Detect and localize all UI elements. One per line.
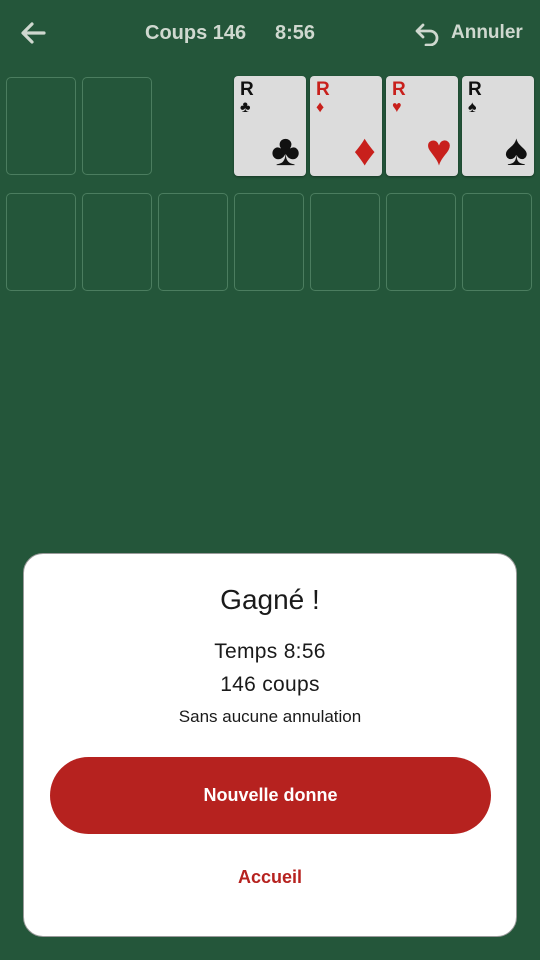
card-rank: R	[316, 79, 330, 100]
diamond-icon: ♦	[353, 126, 376, 175]
arrow-left-icon	[21, 22, 46, 44]
tableau-column-slot[interactable]	[386, 193, 456, 291]
spade-icon: ♠	[468, 99, 477, 116]
diamond-icon: ♦	[316, 99, 325, 116]
tableau-column-slot[interactable]	[462, 193, 532, 291]
no-undo-note: Sans aucune annulation	[178, 707, 362, 726]
undo-button[interactable]: Annuler	[410, 18, 525, 48]
tableau-column-slot[interactable]	[310, 193, 380, 291]
spade-icon: ♠	[504, 126, 528, 175]
tableau-column-slot[interactable]	[6, 193, 76, 291]
top-bar: Coups 146 8:56 Annuler	[0, 0, 540, 66]
heart-icon: ♥	[425, 126, 452, 175]
foundation-card-hearts[interactable]: R ♥ ♥	[386, 76, 458, 176]
tableau-column-slot[interactable]	[158, 193, 228, 291]
dialog-title: Gagné !	[220, 584, 320, 615]
tableau-column-slot[interactable]	[82, 193, 152, 291]
freecell-slot[interactable]	[82, 77, 152, 175]
final-time: Temps 8:56	[214, 640, 326, 663]
undo-label: Annuler	[451, 22, 523, 43]
moves-counter: Coups 146	[145, 22, 247, 44]
undo-icon	[415, 23, 439, 46]
card-rank: R	[468, 79, 482, 100]
foundation-card-spades[interactable]: R ♠ ♠	[462, 76, 534, 176]
club-icon: ♣	[271, 126, 300, 175]
final-moves: 146 coups	[220, 673, 320, 696]
card-rank: R	[240, 79, 254, 100]
club-icon: ♣	[240, 99, 251, 116]
card-rank: R	[392, 79, 406, 100]
back-button[interactable]	[14, 16, 52, 50]
foundation-card-diamonds[interactable]: R ♦ ♦	[310, 76, 382, 176]
home-link[interactable]: Accueil	[24, 867, 516, 888]
freecell-slot[interactable]	[6, 77, 76, 175]
foundation-card-clubs[interactable]: R ♣ ♣	[234, 76, 306, 176]
new-deal-button[interactable]: Nouvelle donne	[50, 757, 491, 834]
tableau-column-slot[interactable]	[234, 193, 304, 291]
heart-icon: ♥	[392, 99, 402, 116]
win-dialog: Gagné ! Temps 8:56 146 coups Sans aucune…	[23, 553, 517, 937]
game-timer: 8:56	[275, 22, 316, 44]
